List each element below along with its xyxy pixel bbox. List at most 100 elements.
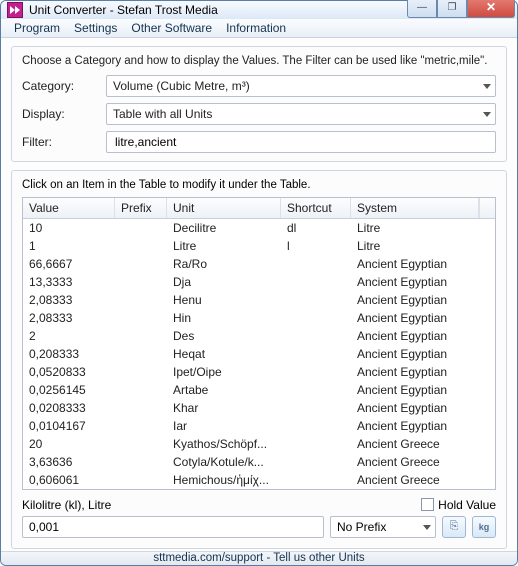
app-icon [7, 2, 23, 18]
display-label: Display: [22, 107, 106, 121]
table-row[interactable]: 0,0104167IarAncient Egyptian [23, 417, 495, 435]
table-instruction: Click on an Item in the Table to modify … [22, 179, 496, 191]
cell-value: 13,3333 [23, 272, 115, 292]
col-system[interactable]: System [351, 198, 479, 218]
menu-settings[interactable]: Settings [67, 19, 124, 37]
col-value[interactable]: Value [23, 198, 115, 218]
cell-prefix [115, 423, 167, 429]
cell-shortcut [281, 261, 351, 267]
cell-system: Ancient Egyptian [351, 308, 495, 328]
cell-value: 2,08333 [23, 290, 115, 310]
cell-prefix [115, 243, 167, 249]
header-corner [479, 198, 495, 218]
cell-unit: Ipet/Oipe [167, 362, 281, 382]
table-row[interactable]: 2,08333HenuAncient Egyptian [23, 291, 495, 309]
cell-unit: Khar [167, 398, 281, 418]
cell-unit: Des [167, 326, 281, 346]
cell-shortcut [281, 441, 351, 447]
cell-system: Litre [351, 236, 495, 256]
titlebar[interactable]: Unit Converter - Stefan Trost Media — ❐ … [1, 1, 517, 19]
cell-value: 1 [23, 236, 115, 256]
options-panel: Choose a Category and how to display the… [11, 46, 507, 162]
cell-shortcut [281, 333, 351, 339]
chevron-down-icon [483, 84, 491, 89]
table-row[interactable]: 2 Des Ancient Egyptian [23, 327, 495, 345]
options-instruction: Choose a Category and how to display the… [22, 55, 496, 67]
filter-input-wrap[interactable] [106, 131, 496, 153]
cell-prefix [115, 225, 167, 231]
category-combo[interactable]: Volume (Cubic Metre, m³) [106, 75, 496, 97]
table-body[interactable]: 10DecilitredlLitre1LitrelLitre66,6667Ra/… [23, 219, 495, 489]
chevron-down-icon [423, 525, 431, 530]
kg-button[interactable]: kg [472, 516, 496, 538]
cell-value: 0,0256145 [23, 380, 115, 400]
table-row[interactable]: 10DecilitredlLitre [23, 219, 495, 237]
prefix-combo[interactable]: No Prefix [330, 516, 436, 538]
cell-unit: Cotyla/Kotule/k... [167, 452, 281, 472]
table-row[interactable]: 1LitrelLitre [23, 237, 495, 255]
cell-prefix [115, 369, 167, 375]
cell-prefix [115, 333, 167, 339]
cell-shortcut [281, 297, 351, 303]
cell-value: 2,08333 [23, 308, 115, 328]
col-prefix[interactable]: Prefix [115, 198, 167, 218]
cell-prefix [115, 441, 167, 447]
table-row[interactable]: 13,3333DjaAncient Egyptian [23, 273, 495, 291]
cell-shortcut [281, 459, 351, 465]
cell-shortcut [281, 477, 351, 483]
table-row[interactable]: 3,63636Cotyla/Kotule/k...Ancient Greece [23, 453, 495, 471]
chevron-down-icon [483, 112, 491, 117]
table-row[interactable]: 20Kyathos/Schöpf...Ancient Greece [23, 435, 495, 453]
cell-prefix [115, 387, 167, 393]
cell-unit: Litre [167, 236, 281, 256]
cell-shortcut [281, 387, 351, 393]
cell-system: Ancient Egyptian [351, 362, 495, 382]
menu-program[interactable]: Program [7, 19, 67, 37]
col-shortcut[interactable]: Shortcut [281, 198, 351, 218]
cell-shortcut [281, 351, 351, 357]
hold-value-checkbox[interactable]: Hold Value [421, 498, 496, 512]
statusbar[interactable]: sttmedia.com/support - Tell us other Uni… [1, 551, 517, 565]
cell-unit: Iar [167, 416, 281, 436]
kg-icon: kg [479, 522, 490, 532]
display-combo[interactable]: Table with all Units [106, 103, 496, 125]
cell-unit: Kyathos/Schöpf... [167, 434, 281, 454]
cell-shortcut [281, 405, 351, 411]
close-button[interactable]: ✕ [467, 0, 515, 18]
maximize-button[interactable]: ❐ [437, 0, 467, 18]
cell-value: 20 [23, 434, 115, 454]
units-table: Value Prefix Unit Shortcut System 10Deci… [22, 197, 496, 490]
copy-button[interactable]: ⎘ [442, 516, 466, 538]
cell-shortcut [281, 315, 351, 321]
menu-information[interactable]: Information [219, 19, 293, 37]
display-value: Table with all Units [113, 107, 212, 121]
window-title: Unit Converter - Stefan Trost Media [29, 3, 407, 17]
cell-system: Ancient Egyptian [351, 380, 495, 400]
filter-input[interactable] [113, 134, 475, 150]
cell-shortcut [281, 423, 351, 429]
value-input[interactable]: 0,001 [29, 520, 59, 534]
cell-system: Ancient Greece [351, 452, 495, 472]
table-row[interactable]: 0,606061Hemichous/ἡμίχ...Ancient Greece [23, 471, 495, 489]
table-row[interactable]: 0,0256145ArtabeAncient Egyptian [23, 381, 495, 399]
cell-shortcut [281, 369, 351, 375]
table-row[interactable]: 0,208333HeqatAncient Egyptian [23, 345, 495, 363]
value-input-wrap[interactable]: 0,001 [22, 516, 324, 538]
menu-other-software[interactable]: Other Software [124, 19, 219, 37]
table-row[interactable]: 66,6667Ra/RoAncient Egyptian [23, 255, 495, 273]
cell-value: 0,0208333 [23, 398, 115, 418]
minimize-button[interactable]: — [407, 0, 437, 18]
col-unit[interactable]: Unit [167, 198, 281, 218]
table-row[interactable]: 2,08333HinAncient Egyptian [23, 309, 495, 327]
checkbox-icon [421, 498, 434, 511]
table-row[interactable]: 0,0520833Ipet/OipeAncient Egyptian [23, 363, 495, 381]
cell-prefix [115, 405, 167, 411]
cell-system: Ancient Egyptian [351, 398, 495, 418]
cell-value: 2 [23, 326, 115, 346]
cell-shortcut [281, 279, 351, 285]
cell-prefix [115, 477, 167, 483]
menubar: Program Settings Other Software Informat… [1, 19, 517, 38]
table-row[interactable]: 0,0208333 Khar Ancient Egyptian [23, 399, 495, 417]
selected-unit-label: Kilolitre (kl), Litre [22, 498, 413, 512]
cell-system: Ancient Egyptian [351, 326, 495, 346]
